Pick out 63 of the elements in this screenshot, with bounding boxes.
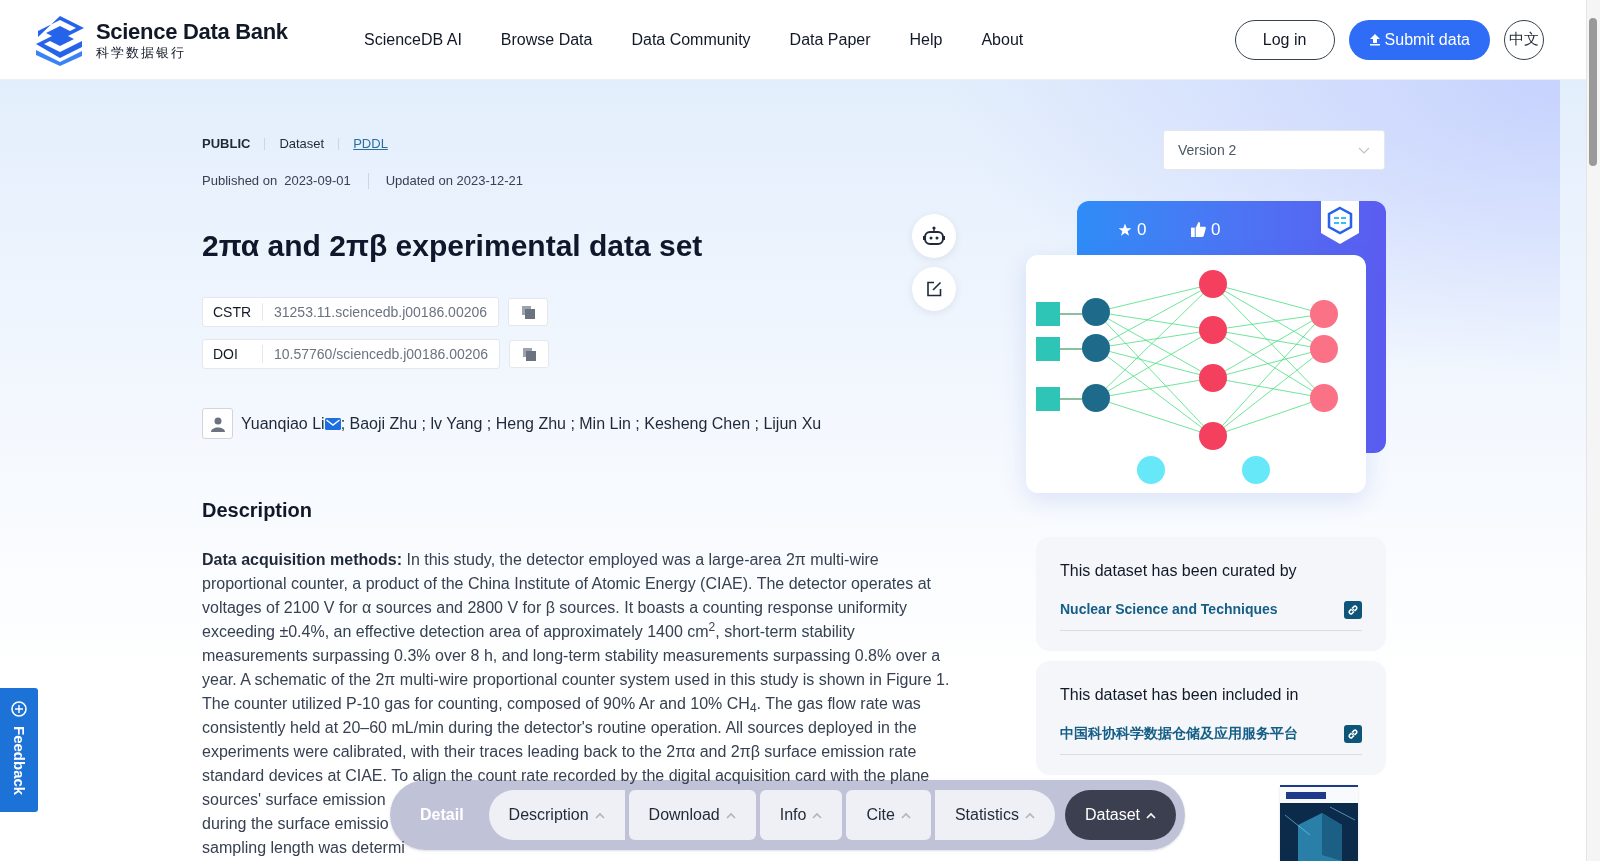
description-text: during the surface emissio (202, 814, 389, 834)
feedback-tab[interactable]: Feedback (0, 688, 38, 812)
version-select[interactable]: Version 2 (1163, 130, 1385, 170)
description-text: sources' surface emission (202, 790, 386, 810)
section-tab[interactable]: Statistics (934, 790, 1055, 840)
license-link[interactable]: PDDL (353, 134, 388, 154)
avatar-icon (202, 408, 233, 439)
copy-icon (521, 305, 535, 319)
nav-bar-label: Detail (420, 805, 464, 825)
copy-button[interactable] (508, 298, 549, 326)
upload-icon (1368, 33, 1381, 46)
scrollbar-thumb[interactable] (1589, 18, 1597, 166)
nav-link[interactable]: ScienceDB AI (364, 27, 462, 52)
dataset-title: 2πα and 2πβ experimental data set (202, 228, 703, 264)
chevron-up-icon (812, 811, 823, 819)
chevron-up-icon (594, 811, 605, 819)
card-link[interactable]: 中国科协科学数据仓储及应用服务平台 (1060, 723, 1298, 744)
logo-subtitle: 科学数据银行 (96, 45, 187, 59)
star-icon[interactable] (1118, 222, 1132, 237)
card-link[interactable]: Nuclear Science and Techniques (1060, 599, 1278, 620)
copy-button[interactable] (509, 340, 550, 368)
author-name[interactable]: ; Baoji Zhu ; lv Yang ; Heng Zhu ; Min Lin ; Kesheng Chen ; Lijun Xu (340, 411, 822, 436)
section-tab[interactable]: Download (628, 790, 756, 840)
access-label: PUBLIC (202, 135, 251, 154)
submit-data-button[interactable]: Submit data (1348, 19, 1490, 60)
published-date: 2023-09-01 (284, 172, 351, 191)
nav-link[interactable]: Data Community (631, 27, 751, 52)
robot-icon (923, 226, 945, 246)
chevron-down-icon (1358, 146, 1370, 154)
chevron-up-icon (725, 811, 736, 819)
chevron-up-icon (1024, 811, 1035, 819)
logo-title: Science Data Bank (96, 20, 288, 43)
chevron-up-icon (900, 811, 911, 819)
card-caption: This dataset has been curated by (1060, 561, 1298, 581)
nav-link[interactable]: Help (909, 27, 943, 52)
type-label: Dataset (279, 135, 325, 154)
section-tab[interactable]: Dataset (1064, 790, 1177, 840)
language-button[interactable]: 中文 (1504, 19, 1544, 60)
link-icon[interactable] (1344, 724, 1362, 743)
star-count: 0 (1137, 219, 1147, 241)
description-text: sampling length was determi (202, 838, 405, 858)
chevron-up-icon (1146, 811, 1157, 819)
like-count: 0 (1211, 219, 1221, 241)
nav-link[interactable]: About (981, 27, 1024, 52)
feedback-icon (10, 700, 28, 718)
section-heading: Description (202, 498, 314, 523)
section-tab[interactable]: Cite (846, 790, 931, 840)
updated-date: Updated on 2023-12-21 (385, 172, 523, 191)
badge-icon (1321, 201, 1359, 245)
card-caption: This dataset has been included in (1060, 685, 1300, 705)
nav-link[interactable]: Browse Data (500, 27, 593, 52)
edit-icon (926, 281, 942, 297)
identifier-field: CSTR 31253.11.sciencedb.j00186.00206 (202, 297, 500, 327)
section-tab[interactable]: Info (759, 790, 843, 840)
section-tab[interactable]: Description (488, 790, 625, 840)
author-name[interactable]: Yuanqiao Li (241, 411, 325, 436)
identifier-field: DOI 10.57760/sciencedb.j00186.00206 (202, 339, 501, 369)
nav-link[interactable]: Data Paper (789, 27, 871, 52)
thumbs-up-icon[interactable] (1191, 222, 1206, 238)
copy-icon (522, 347, 536, 361)
link-icon[interactable] (1344, 600, 1362, 619)
login-button[interactable]: Log in (1234, 19, 1335, 60)
published-label: Published on (202, 172, 278, 191)
